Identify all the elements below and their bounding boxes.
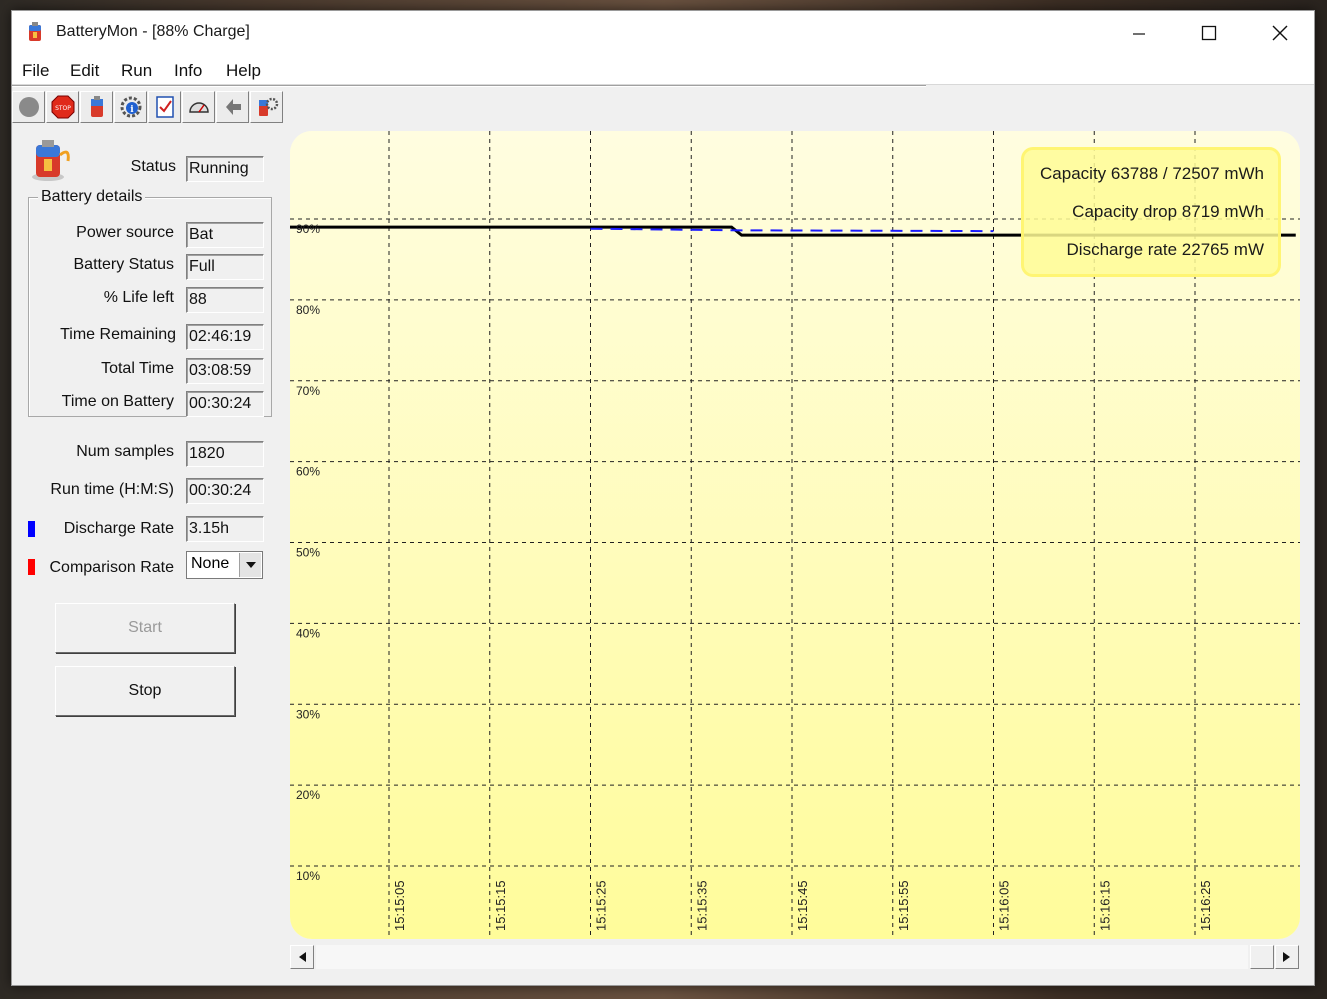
total-time-label: Total Time [101, 360, 174, 377]
toolbar-stop-button[interactable]: STOP [46, 91, 79, 123]
minimize-icon [1133, 33, 1145, 35]
time-on-battery-label: Time on Battery [61, 393, 174, 410]
scroll-thumb[interactable] [1250, 945, 1274, 969]
toolbar-pointer-button[interactable] [216, 91, 249, 123]
battery-icon [90, 96, 103, 117]
time-remaining-label: Time Remaining [60, 326, 176, 343]
x-tick-label: 15:15:15 [493, 880, 508, 931]
time-remaining-field: 02:46:19 [186, 324, 264, 350]
x-tick-label: 15:16:25 [1198, 880, 1213, 931]
power-source-field: Bat [186, 222, 264, 248]
battery-chart: 90% 80% 70% 60% 50% 40% 30% 20% 10% 15:15:05 15:15… [290, 131, 1300, 939]
svg-text:i: i [130, 105, 134, 115]
start-button[interactable]: Start [55, 603, 235, 653]
status-label: Status [130, 158, 176, 175]
stop-sign-icon: STOP [51, 95, 74, 119]
toolbar-gauge-button[interactable] [182, 91, 215, 123]
gauge-icon [188, 102, 209, 113]
checklist-icon [155, 96, 174, 118]
left-panel: Status Running Battery details Power sou… [12, 131, 287, 981]
x-tick-label: 15:16:15 [1097, 880, 1112, 931]
toolbar-checklist-button[interactable] [148, 91, 181, 123]
total-time-field: 03:08:59 [186, 358, 264, 384]
battery-status-label: Battery Status [73, 256, 175, 273]
x-tick-label: 15:15:25 [594, 880, 609, 931]
discharge-rate-label: Discharge Rate [63, 520, 174, 537]
maximize-icon [1201, 25, 1217, 41]
toolbar-info-button[interactable]: i [114, 91, 147, 123]
battery-status-field: Full [186, 254, 264, 280]
y-tick-label: 90% [296, 222, 320, 236]
app-window: BatteryMon - [88% Charge] File Edit Run … [11, 10, 1315, 986]
battery-settings-icon [258, 97, 278, 116]
app-battery-icon [24, 21, 46, 43]
scroll-track[interactable] [316, 945, 1248, 969]
comparison-rate-label: Comparison Rate [49, 559, 175, 576]
run-time-field: 00:30:24 [186, 478, 264, 504]
comparison-color-marker [28, 559, 35, 575]
num-samples-label: Num samples [76, 443, 174, 460]
info-overlay: Capacity 63788 / 72507 mWh Capacity drop… [1021, 147, 1281, 277]
status-field: Running [186, 156, 264, 182]
run-time-label: Run time (H:M:S) [50, 481, 174, 498]
life-left-label: % Life left [103, 289, 174, 306]
capacity-text: Capacity 63788 / 72507 mWh [1040, 164, 1264, 183]
x-tick-label: 15:15:35 [694, 880, 709, 931]
toolbar-settings-button[interactable] [250, 91, 283, 123]
comparison-rate-select[interactable]: None [186, 551, 263, 579]
toolbar-start-button[interactable] [12, 91, 45, 123]
time-on-battery-field: 00:30:24 [186, 391, 264, 417]
menu-bar: File Edit Run Info Help [12, 55, 1314, 85]
info-gear-icon: i [120, 96, 141, 118]
x-tick-label: 15:15:45 [795, 880, 810, 931]
capacity-drop-text: Capacity drop 8719 mWh [1072, 202, 1264, 221]
y-tick-label: 40% [296, 626, 320, 640]
window-title: BatteryMon - [88% Charge] [56, 23, 250, 40]
x-tick-label: 15:16:05 [997, 880, 1012, 931]
x-tick-label: 15:15:05 [392, 880, 407, 931]
scroll-right-icon [1283, 952, 1290, 962]
y-tick-label: 50% [296, 546, 320, 560]
close-icon [1272, 25, 1288, 41]
close-button[interactable] [1245, 11, 1315, 55]
title-bar[interactable]: BatteryMon - [88% Charge] [12, 11, 1314, 55]
menu-info[interactable]: Info [174, 61, 202, 81]
y-tick-label: 60% [296, 465, 320, 479]
comparison-rate-value: None [191, 555, 230, 572]
toolbar-separator [12, 85, 926, 87]
menu-help[interactable]: Help [226, 61, 261, 81]
maximize-button[interactable] [1174, 11, 1244, 55]
menu-edit[interactable]: Edit [70, 61, 99, 81]
toolbar: STOP i [12, 91, 292, 125]
horizontal-scrollbar[interactable] [290, 943, 1300, 969]
y-tick-label: 70% [296, 384, 320, 398]
svg-text:STOP: STOP [55, 105, 71, 112]
discharge-color-marker [28, 521, 35, 537]
start-icon [18, 97, 39, 117]
y-tick-label: 80% [296, 303, 320, 317]
y-tick-label: 30% [296, 707, 320, 721]
num-samples-field: 1820 [186, 441, 264, 467]
stop-button[interactable]: Stop [55, 666, 235, 716]
x-tick-label: 15:15:55 [896, 880, 911, 931]
y-tick-label: 10% [296, 869, 320, 883]
discharge-text: Discharge rate 22765 mW [1066, 240, 1264, 259]
scroll-left-button[interactable] [290, 945, 314, 969]
y-tick-label: 20% [296, 788, 320, 802]
menu-file[interactable]: File [22, 61, 49, 81]
scroll-right-button[interactable] [1275, 945, 1299, 969]
scroll-left-icon [299, 952, 306, 962]
battery-details-title: Battery details [38, 188, 146, 206]
toolbar-battery-button[interactable] [80, 91, 113, 123]
discharge-rate-field: 3.15h [186, 516, 264, 542]
power-source-label: Power source [76, 224, 174, 241]
minimize-button[interactable] [1104, 11, 1174, 55]
menu-run[interactable]: Run [121, 61, 152, 81]
battery-logo-icon [24, 135, 74, 183]
life-left-field: 88 [186, 287, 264, 313]
pointer-hand-icon [225, 99, 241, 115]
dropdown-arrow-icon[interactable] [239, 553, 261, 577]
